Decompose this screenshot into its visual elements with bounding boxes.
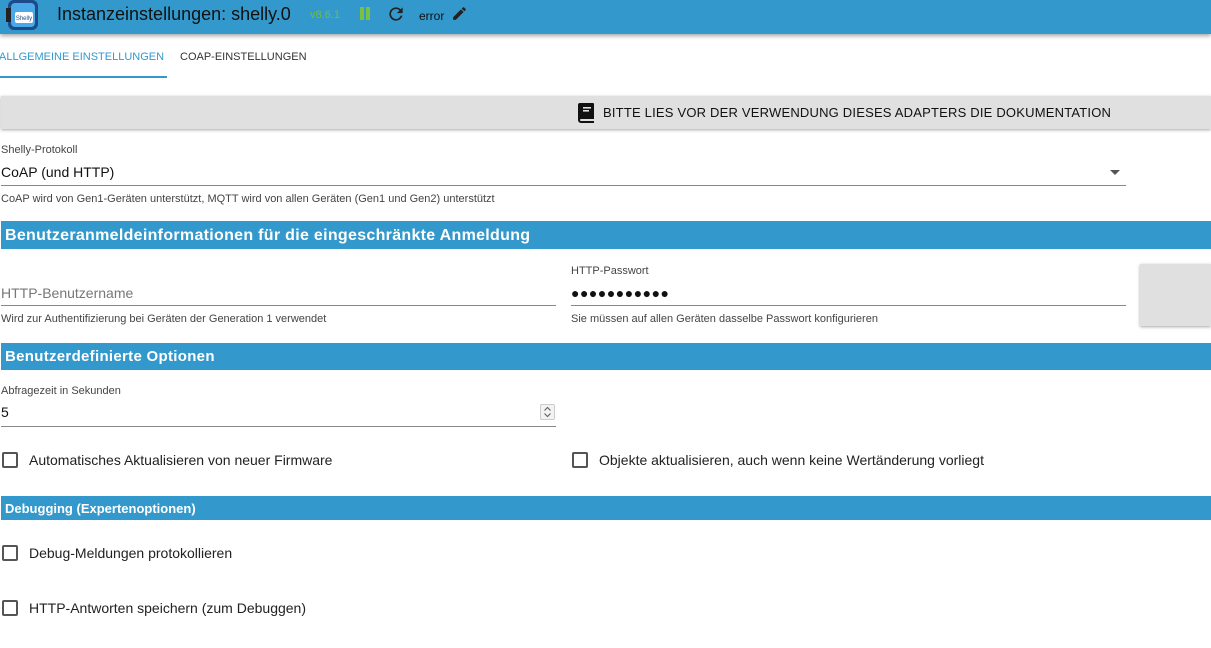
- debug-messages-label: Debug-Meldungen protokollieren: [29, 545, 233, 561]
- polling-label: Abfragezeit in Sekunden: [1, 385, 121, 397]
- update-objects-label: Objekte aktualisieren, auch wenn keine W…: [599, 452, 984, 468]
- status-text: error: [419, 9, 445, 23]
- password-underline: [571, 305, 1126, 306]
- auto-update-checkbox[interactable]: [2, 452, 18, 468]
- page-title: Instanzeinstellungen: shelly.0: [57, 4, 291, 24]
- save-http-checkbox[interactable]: [2, 600, 18, 616]
- password-label: HTTP-Passwort: [571, 265, 649, 277]
- tab-general-settings[interactable]: Allgemeine Einstellungen: [0, 44, 167, 78]
- chevron-down-icon[interactable]: [1110, 170, 1120, 175]
- app-header: Shelly Instanzeinstellungen: shelly.0 v8…: [0, 0, 1211, 34]
- protocol-helper: CoAP wird von Gen1-Geräten unterstützt, …: [1, 193, 495, 205]
- tab-bar: Allgemeine Einstellungen CoAP-Einstellun…: [0, 44, 400, 78]
- stepper-arrows-icon: [544, 406, 551, 418]
- book-icon: [578, 103, 594, 123]
- version-label: v8.6.1: [310, 9, 340, 21]
- username-input[interactable]: HTTP-Benutzername: [1, 285, 551, 305]
- password-helper: Sie müssen auf allen Geräten dasselbe Pa…: [571, 313, 878, 325]
- protocol-underline: [1, 185, 1126, 186]
- shelly-logo-icon: Shelly: [6, 0, 38, 30]
- polling-input[interactable]: 5: [1, 404, 531, 424]
- documentation-button[interactable]: Bitte lies vor der Verwendung dieses Ada…: [1, 96, 1211, 129]
- documentation-label: Bitte lies vor der Verwendung dieses Ada…: [603, 105, 1112, 120]
- pause-icon[interactable]: [358, 6, 372, 22]
- stepper-icon[interactable]: [540, 404, 555, 420]
- password-input[interactable]: ●●●●●●●●●●●: [571, 285, 1121, 305]
- username-helper: Wird zur Authentifizierung bei Geräten d…: [1, 313, 327, 325]
- update-objects-checkbox[interactable]: [572, 452, 588, 468]
- section-custom-options: Benutzerdefinierte Optionen: [1, 343, 1211, 370]
- tab-coap-settings[interactable]: CoAP-Einstellungen: [180, 44, 307, 78]
- edit-icon[interactable]: [451, 5, 468, 22]
- section-debugging: Debugging (Expertenoptionen): [1, 496, 1211, 520]
- debug-messages-checkbox[interactable]: [2, 545, 18, 561]
- side-button[interactable]: [1140, 264, 1211, 326]
- protocol-label: Shelly-Protokoll: [1, 144, 78, 156]
- reload-icon[interactable]: [386, 4, 406, 24]
- section-login: Benutzeranmeldeinformationen für die ein…: [1, 221, 1211, 249]
- auto-update-label: Automatisches Aktualisieren von neuer Fi…: [29, 452, 333, 468]
- polling-underline: [1, 426, 556, 427]
- save-http-label: HTTP-Antworten speichern (zum Debuggen): [29, 600, 307, 616]
- svg-text:Shelly: Shelly: [16, 16, 32, 22]
- protocol-select[interactable]: CoAP (und HTTP): [1, 164, 1121, 186]
- username-underline: [1, 305, 556, 306]
